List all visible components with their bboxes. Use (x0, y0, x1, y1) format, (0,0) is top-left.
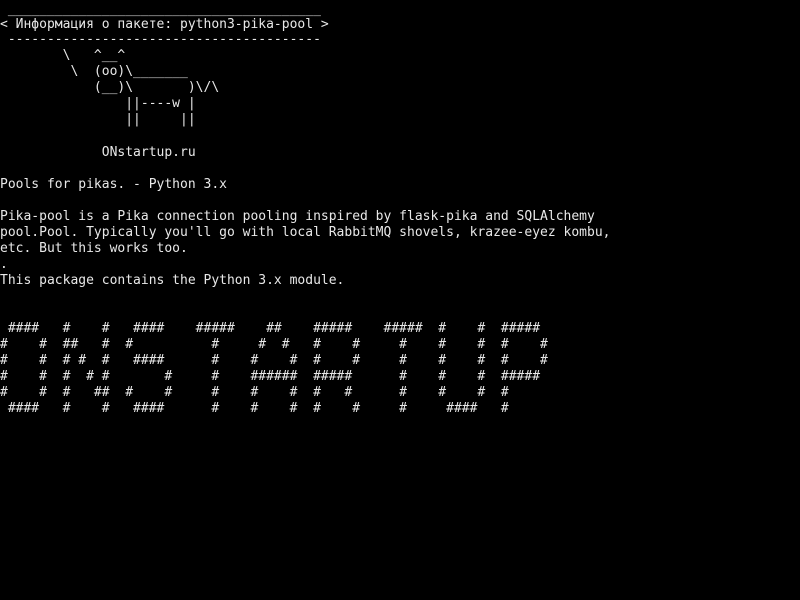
package-summary: Pools for pikas. - Python 3.x (0, 177, 227, 192)
cow-art-line: ||----w | (0, 96, 196, 111)
banner-line: #### # # #### ##### ## ##### ##### # # #… (0, 321, 541, 336)
cow-art-line: \ ^__^ (0, 48, 126, 63)
banner-line: # # ## # # # # # # # # # # # # (0, 337, 548, 352)
description-line: pool.Pool. Typically you'll go with loca… (0, 225, 611, 240)
description-line: Pika-pool is a Pika connection pooling i… (0, 209, 595, 224)
banner-line: # # # # # # # ###### ##### # # # ##### (0, 369, 541, 384)
cow-art-line: (__)\ )\/\ (0, 80, 220, 95)
description-line: This package contains the Python 3.x mod… (0, 273, 345, 288)
site-name: ONstartup.ru (0, 145, 196, 160)
banner-line: # # # # # #### # # # # # # # # # # (0, 353, 548, 368)
cowsay-message: < Информация о пакете: python3-pika-pool… (0, 17, 329, 32)
cowsay-border-top: ________________________________________ (0, 2, 321, 17)
description-line: etc. But this works too. (0, 241, 188, 256)
cow-art-line: \ (oo)\_______ (0, 64, 188, 79)
description-line: . (0, 257, 8, 272)
banner-line: #### # # #### # # # # # # #### # (0, 401, 509, 416)
cow-art-line: || || (0, 112, 196, 127)
banner-line: # # # ## # # # # # # # # # # # (0, 385, 509, 400)
cowsay-border-bottom: ---------------------------------------- (0, 32, 321, 47)
terminal-screen[interactable]: ________________________________________… (0, 0, 800, 600)
